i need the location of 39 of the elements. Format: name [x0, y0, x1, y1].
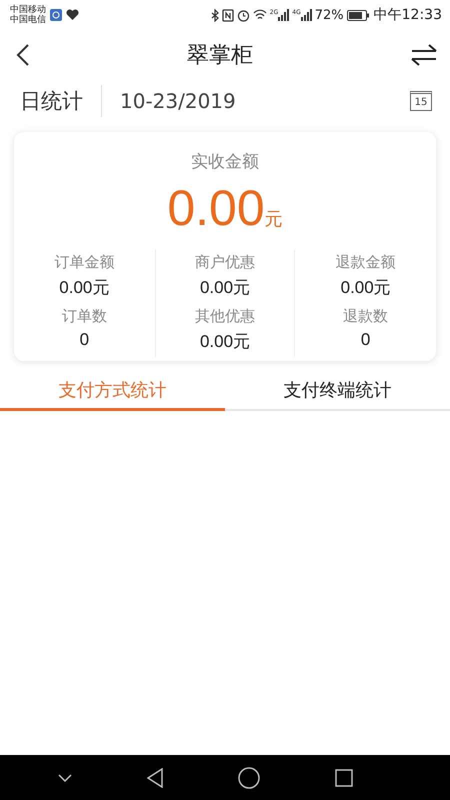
- received-amount: 0.00: [167, 179, 265, 237]
- chevron-down-icon[interactable]: [58, 774, 72, 782]
- carrier-name: 中国电信: [10, 15, 46, 25]
- stat-label: 其他优惠: [194, 307, 255, 326]
- switch-icon[interactable]: [410, 44, 438, 66]
- battery-percent: 72%: [314, 8, 344, 22]
- page-title: 翠掌柜: [186, 42, 254, 70]
- calendar-icon[interactable]: 15: [410, 91, 432, 111]
- stat-label: 退款金额: [336, 253, 396, 272]
- recents-icon[interactable]: [334, 768, 352, 786]
- stat-value: 0: [80, 330, 90, 350]
- clock-time: 中午12:33: [374, 6, 442, 24]
- currency-unit: 元: [264, 208, 283, 231]
- alarm-icon: [236, 8, 250, 22]
- stat-label: 订单金额: [54, 253, 114, 272]
- stat-label: 商户优惠: [194, 253, 255, 272]
- back-icon[interactable]: [146, 768, 162, 788]
- tab[interactable]: 支付终端统计: [225, 371, 450, 411]
- stat-value: 0.00元: [200, 277, 250, 299]
- period-label[interactable]: 日统计: [20, 85, 102, 117]
- signal-icon: [300, 9, 312, 21]
- stat-value: 0.00元: [59, 277, 110, 299]
- carrier-name: 中国移动: [10, 5, 46, 15]
- wifi-icon: [252, 9, 267, 21]
- home-icon[interactable]: [238, 766, 260, 788]
- stat-value: 0.00元: [200, 331, 250, 353]
- date-text[interactable]: 10-23/2019: [120, 89, 236, 113]
- signal-icon: [278, 9, 290, 21]
- stat-label: 退款数: [343, 307, 388, 326]
- bluetooth-icon: [210, 8, 219, 22]
- back-icon[interactable]: [16, 43, 30, 67]
- stat-label: 订单数: [62, 307, 107, 326]
- stat-value: 0.00元: [340, 277, 391, 299]
- nfc-icon: [222, 8, 234, 22]
- received-amount-label: 实收金额: [190, 151, 260, 173]
- stat-value: 0: [360, 330, 370, 350]
- heart-icon: [66, 9, 79, 21]
- battery-icon: [346, 10, 369, 20]
- app-icon: [50, 9, 62, 21]
